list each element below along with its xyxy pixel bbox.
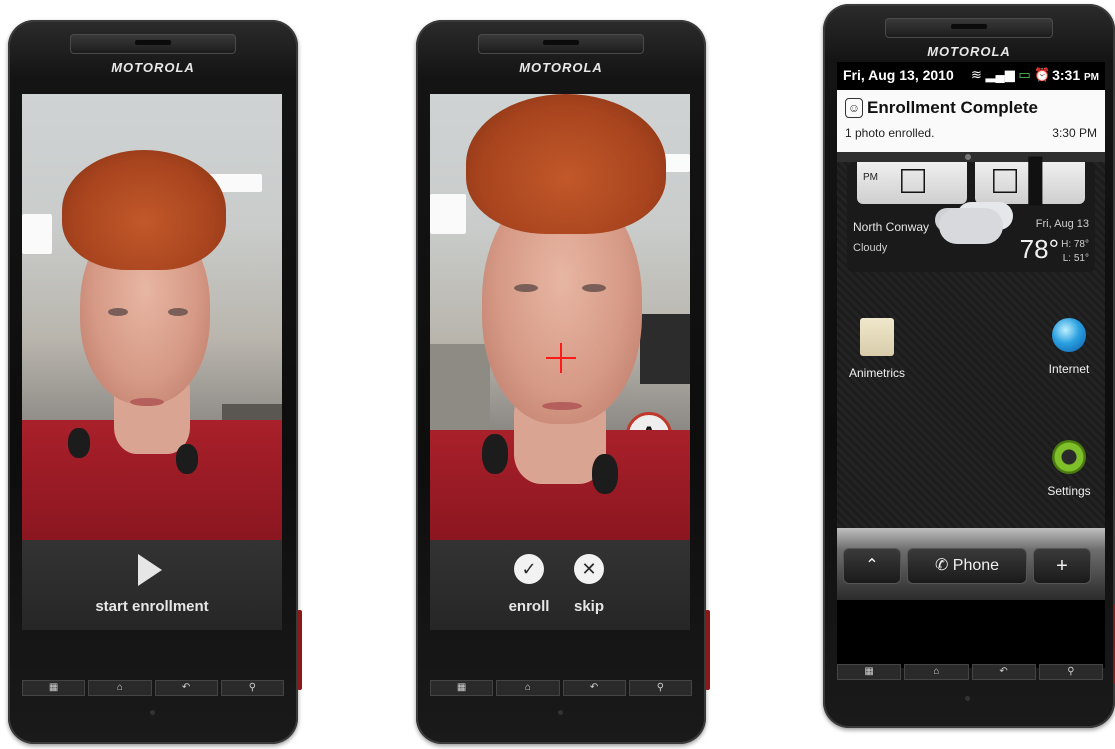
status-icons: ≋ ▂▄▆ ▭ ⏰ [971,67,1050,83]
phone-home-screen: MOTOROLA Fri, Aug 13, 2010 ≋ ▂▄▆ ▭ ⏰ 3:3… [823,4,1115,728]
screen: Fri, Aug 13, 2010 ≋ ▂▄▆ ▭ ⏰ 3:31 PM ☺ En… [837,62,1105,668]
play-icon[interactable] [138,554,162,586]
battery-icon: ▭ [1018,67,1031,82]
weather-date: Fri, Aug 13 [1035,218,1089,230]
screen: A ✓ ✕ enroll skip [430,94,690,630]
checkmark-icon[interactable]: ✓ [514,554,544,584]
brand-logo: MOTOROLA [519,60,603,75]
speaker-grille [478,34,644,54]
weather-city: North Conway [853,220,930,234]
headset [482,434,508,474]
headset [592,454,618,494]
app-label: Animetrics [848,366,905,380]
menu-icon[interactable]: ▦ [22,680,86,696]
enroll-controls: ✓ ✕ enroll skip [430,540,690,630]
speaker-grille [885,18,1053,38]
cabinet [430,344,490,444]
face-id-icon: ☺ [845,98,863,118]
gear-icon [1052,440,1086,474]
hardware-nav-bar: ▦ ⌂ ↶ ⚲ [22,680,284,696]
home-icon[interactable]: ⌂ [904,664,969,680]
home-screen: PM □ □ ▌ North Conway Cloudy Fri, Aug 13… [837,158,1105,600]
menu-icon[interactable]: ▦ [430,680,494,696]
menu-icon[interactable]: ▦ [837,664,902,680]
clock-period: PM [863,172,878,183]
back-icon[interactable]: ↶ [154,680,218,696]
app-settings[interactable]: Settings [1033,440,1105,498]
screen: A start enrollment [22,94,282,630]
status-date: Fri, Aug 13, 2010 [843,67,954,83]
ceiling-light [430,194,466,234]
add-button[interactable]: + [1033,548,1091,584]
camera-preview: A [430,94,690,540]
microphone [965,696,970,701]
search-icon[interactable]: ⚲ [1038,664,1103,680]
weather-condition: Cloudy [853,242,888,254]
headset [176,444,198,474]
enroll-label[interactable]: enroll [494,598,564,615]
flip-clock-hours: PM □ [857,158,967,204]
signal-icon: ▂▄▆ [985,67,1015,82]
notification-text: 1 photo enrolled. [845,126,935,140]
notification-drag-handle[interactable] [837,152,1105,162]
app-animetrics[interactable]: Animetrics [841,318,913,380]
app-internet[interactable]: Internet [1033,318,1105,376]
flip-clock-minutes: □ ▌ [975,158,1085,204]
brand-logo: MOTOROLA [927,44,1011,59]
ceiling-light [22,214,52,254]
side-button [705,610,710,690]
side-button [297,610,302,690]
hardware-nav-bar: ▦ ⌂ ↶ ⚲ [837,664,1103,680]
status-time: 3:31 PM [1052,67,1099,83]
notification-title: Enrollment Complete [867,98,1038,117]
folder-icon [860,318,894,356]
home-icon[interactable]: ⌂ [496,680,560,696]
home-icon[interactable]: ⌂ [88,680,152,696]
wifi-icon: ≋ [971,67,982,82]
person-hair [62,150,226,270]
crosshair-icon [546,343,576,373]
person-hair [466,94,666,234]
globe-icon [1052,318,1086,352]
person-eye [108,308,128,316]
person-eye [514,284,538,292]
person-eye [168,308,188,316]
phone-start-enrollment: MOTOROLA A start enrollment ▦ ⌂ ↶ ⚲ [8,20,302,744]
cloud-icon [939,208,1003,244]
person-eye [582,284,606,292]
close-icon[interactable]: ✕ [574,554,604,584]
weather-temp: 78° [1019,234,1059,264]
search-icon[interactable]: ⚲ [220,680,284,696]
hardware-nav-bar: ▦ ⌂ ↶ ⚲ [430,680,692,696]
camera-preview: A [22,94,282,540]
app-label: Settings [1047,484,1091,498]
microphone [558,710,563,715]
back-icon[interactable]: ↶ [971,664,1036,680]
app-label: Internet [1048,362,1090,376]
person-mouth [130,398,164,406]
dock: ⌃ ✆ Phone + [837,528,1105,600]
monitor [640,314,690,384]
clock-weather-widget[interactable]: PM □ □ ▌ North Conway Cloudy Fri, Aug 13… [847,158,1095,272]
up-arrow-icon[interactable]: ⌃ [843,548,901,584]
brand-logo: MOTOROLA [111,60,195,75]
notification-card[interactable]: ☺ Enrollment Complete 1 photo enrolled. … [837,90,1105,152]
phone-enroll-or-skip: MOTOROLA A ✓ ✕ enroll skip ▦ ⌂ [416,20,710,744]
start-enrollment-label[interactable]: start enrollment [22,598,282,615]
notification-time: 3:30 PM [1052,126,1097,140]
phone-button[interactable]: ✆ Phone [907,548,1027,584]
search-icon[interactable]: ⚲ [628,680,692,696]
speaker-grille [70,34,236,54]
skip-label[interactable]: skip [560,598,618,615]
status-bar: Fri, Aug 13, 2010 ≋ ▂▄▆ ▭ ⏰ 3:31 PM [837,62,1105,90]
enrollment-controls: start enrollment [22,540,282,630]
back-icon[interactable]: ↶ [562,680,626,696]
weather-high-low: H: 78° L: 51° [1061,239,1089,264]
headset [68,428,90,458]
microphone [150,710,155,715]
phone-handset-icon: ✆ [934,557,949,574]
person-mouth [542,402,582,410]
alarm-icon: ⏰ [1034,67,1051,82]
